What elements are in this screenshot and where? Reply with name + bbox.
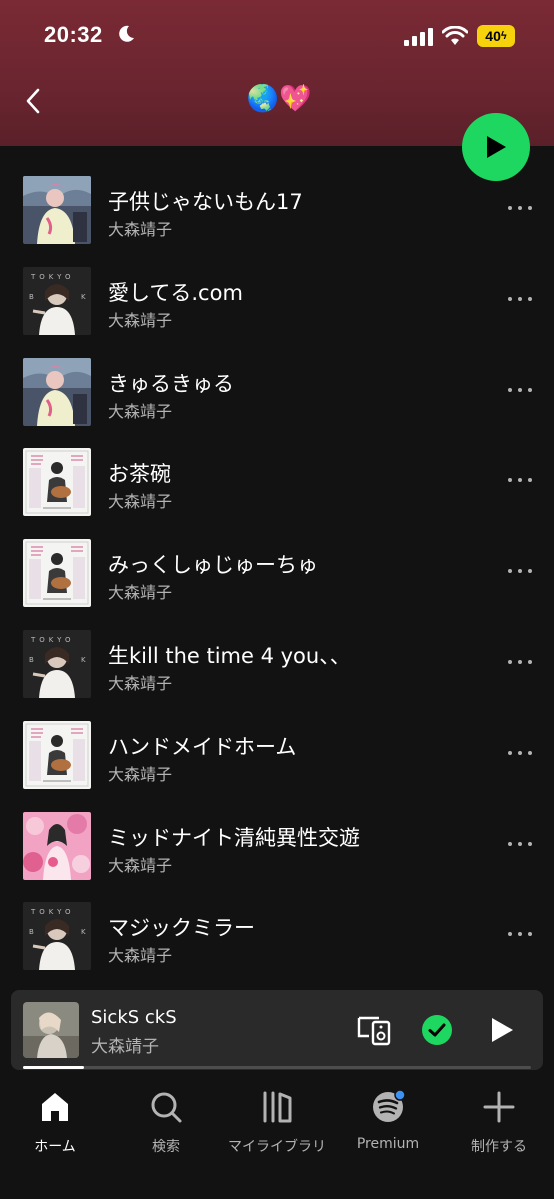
track-cover-art: TOKYO B K: [23, 266, 91, 335]
svg-text:TOKYO: TOKYO: [30, 636, 75, 644]
track-cover-art: TOKYO B K: [23, 630, 91, 698]
nav-home-label: ホーム: [34, 1139, 76, 1155]
track-cover-art: [23, 811, 91, 880]
track-title: ハンドメイドホーム: [108, 734, 297, 759]
play-playlist-button[interactable]: [462, 113, 530, 181]
track-artist: 大森靖子: [108, 946, 173, 966]
more-options-icon[interactable]: [506, 750, 534, 759]
nav-create-label: 制作する: [471, 1139, 527, 1155]
saved-check-icon[interactable]: [421, 1014, 453, 1046]
more-options-icon[interactable]: [506, 206, 534, 214]
playlist-title: 🌏💖: [246, 84, 312, 114]
svg-text:B: B: [29, 928, 34, 936]
track-row[interactable]: ハンドメイドホーム大森靖子: [0, 709, 554, 799]
playback-progress-fill: [23, 1066, 84, 1069]
track-title: マジックミラー: [108, 916, 255, 941]
nav-search[interactable]: 検索: [111, 1090, 221, 1160]
track-row[interactable]: TOKYO B K 生kill the time 4 you、、大森靖子: [0, 618, 554, 708]
bottom-navigation: ホーム 検索 マイライブラリ Premium 制作する: [0, 1080, 554, 1199]
mini-player[interactable]: SickS ckS 大森靖子: [11, 990, 543, 1070]
svg-text:K: K: [81, 656, 86, 664]
track-row[interactable]: お茶碗 大森靖子: [0, 436, 554, 526]
svg-text:B: B: [29, 293, 34, 301]
track-cover-art: [23, 720, 91, 789]
connect-device-icon[interactable]: [357, 1014, 393, 1046]
nav-home[interactable]: ホーム: [0, 1090, 110, 1160]
nav-search-label: 検索: [152, 1139, 180, 1155]
search-icon: [151, 1092, 182, 1123]
track-cover-art: [23, 357, 91, 426]
svg-text:B: B: [29, 656, 34, 664]
nav-create[interactable]: 制作する: [444, 1090, 554, 1160]
track-cover-art: [23, 176, 91, 244]
more-options-icon[interactable]: [506, 569, 534, 577]
track-row[interactable]: ミッドナイト清純異性交遊大森靖子: [0, 800, 554, 890]
signal-icon: [404, 28, 433, 46]
svg-text:TOKYO: TOKYO: [30, 908, 75, 916]
track-cover-art: [23, 539, 91, 608]
svg-text:K: K: [81, 293, 86, 301]
moon-icon: [119, 25, 134, 42]
track-title: お茶碗: [108, 462, 171, 487]
notification-dot: [394, 1090, 405, 1101]
battery-indicator: 40 ϟ: [477, 25, 515, 47]
track-artist: 大森靖子: [108, 310, 173, 330]
status-time: 20:32: [44, 22, 103, 47]
now-playing-artist: 大森靖子: [91, 1037, 159, 1057]
track-artist: 大森靖子: [108, 401, 173, 421]
wifi-icon: [442, 26, 468, 45]
plus-icon: [483, 1091, 515, 1123]
nav-library-label: マイライブラリ: [228, 1139, 326, 1155]
track-cover-art: TOKYO B K: [23, 902, 91, 971]
battery-level: 40: [485, 28, 501, 44]
track-artist: 大森靖子: [108, 674, 173, 693]
track-title: みっくしゅじゅーちゅ: [108, 553, 318, 578]
library-icon: [263, 1091, 292, 1123]
mini-play-button[interactable]: [489, 1016, 515, 1044]
more-options-icon[interactable]: [506, 932, 534, 940]
nav-library[interactable]: マイライブラリ: [222, 1090, 332, 1160]
track-title: 愛してる.com: [108, 280, 243, 305]
track-artist: 大森靖子: [108, 764, 173, 784]
track-title: きゅるきゅる: [108, 371, 234, 396]
track-title: ミッドナイト清純異性交遊: [108, 825, 360, 850]
track-row[interactable]: みっくしゅじゅーちゅ大森靖子: [0, 527, 554, 617]
more-options-icon[interactable]: [506, 387, 534, 396]
more-options-icon[interactable]: [506, 296, 534, 305]
track-artist: 大森靖子: [108, 583, 173, 603]
track-title: 生kill the time 4 you、、: [108, 644, 351, 668]
track-row[interactable]: TOKYO B K 愛してる.com 大森靖子: [0, 255, 554, 345]
svg-text:K: K: [81, 928, 86, 936]
now-playing-title: SickS ckS: [91, 1007, 177, 1028]
playback-progress-bar[interactable]: [23, 1066, 531, 1069]
track-row[interactable]: TOKYO B K マジックミラー大森靖子: [0, 890, 554, 980]
more-options-icon[interactable]: [506, 841, 534, 850]
more-options-icon[interactable]: [506, 478, 534, 486]
spotify-icon: [373, 1090, 405, 1122]
home-icon: [42, 1093, 68, 1121]
now-playing-cover: [23, 1002, 79, 1058]
track-row[interactable]: 子供じゃないもん17 大森靖子: [0, 164, 554, 254]
nav-premium[interactable]: Premium: [333, 1090, 443, 1160]
svg-text:TOKYO: TOKYO: [30, 273, 75, 281]
track-artist: 大森靖子: [108, 855, 173, 875]
track-artist: 大森靖子: [108, 492, 173, 512]
charging-icon: ϟ: [500, 30, 507, 42]
track-cover-art: [23, 448, 91, 517]
more-options-icon[interactable]: [506, 660, 534, 668]
track-title: 子供じゃないもん17: [108, 190, 303, 214]
track-row[interactable]: きゅるきゅる大森靖子: [0, 346, 554, 436]
nav-premium-label: Premium: [356, 1136, 420, 1152]
track-artist: 大森靖子: [108, 220, 173, 239]
play-icon: [487, 136, 506, 158]
back-button[interactable]: [20, 86, 48, 116]
